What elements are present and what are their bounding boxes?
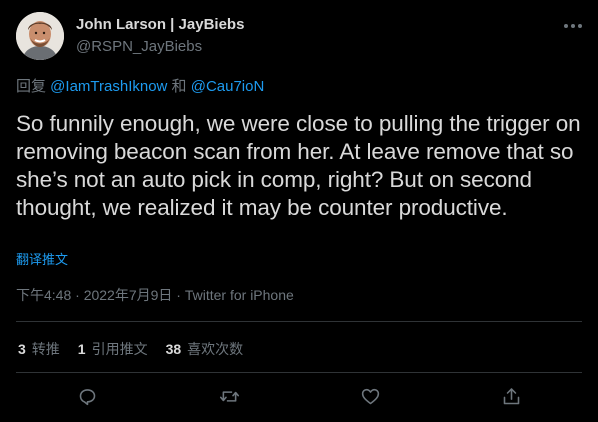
tweet-stats: 3 转推 1 引用推文 38 喜欢次数: [18, 339, 261, 359]
heart-icon: [361, 388, 379, 404]
author-handle[interactable]: @RSPN_JayBiebs: [76, 37, 244, 57]
mention-link-2[interactable]: @Cau7ioN: [191, 78, 265, 95]
reply-prefix: 回复: [16, 78, 51, 95]
share-button[interactable]: [497, 382, 525, 410]
quotes-stat[interactable]: 1 引用推文: [78, 339, 148, 359]
tweet-text: So funnily enough, we were close to pull…: [16, 111, 581, 220]
retweets-count: 3: [18, 341, 26, 357]
author-display-name[interactable]: John Larson | JayBiebs: [76, 15, 244, 35]
divider: [16, 372, 582, 373]
reply-connector: 和: [167, 78, 191, 95]
retweet-button[interactable]: [215, 382, 243, 410]
more-horizontal-icon[interactable]: [562, 16, 584, 36]
likes-count: 38: [165, 341, 182, 357]
likes-label: 喜欢次数: [187, 341, 244, 357]
avatar-photo: [16, 12, 64, 60]
tweet-detail: John Larson | JayBiebs @RSPN_JayBiebs 回复…: [0, 0, 598, 422]
reply-icon: [79, 388, 95, 405]
reply-button[interactable]: [73, 382, 101, 410]
like-button[interactable]: [356, 382, 384, 410]
mention-link-1[interactable]: @IamTrashIknow: [50, 78, 167, 95]
action-bar: [0, 382, 598, 414]
likes-stat[interactable]: 38 喜欢次数: [166, 339, 244, 359]
retweets-label: 转推: [31, 341, 60, 357]
translate-tweet-link[interactable]: 翻译推文: [16, 251, 68, 269]
quotes-count: 1: [77, 341, 86, 357]
quotes-label: 引用推文: [91, 341, 148, 357]
tweet-timestamp[interactable]: 下午4:48 · 2022年7月9日 · Twitter for iPhone: [16, 285, 294, 305]
share-icon: [503, 387, 519, 404]
replying-to: 回复 @IamTrashIknow 和 @Cau7ioN: [16, 77, 264, 97]
avatar[interactable]: [16, 12, 64, 60]
divider: [16, 321, 582, 322]
retweets-stat[interactable]: 3 转推: [18, 339, 60, 359]
author-block: John Larson | JayBiebs @RSPN_JayBiebs: [76, 15, 244, 57]
retweet-icon: [219, 390, 239, 402]
